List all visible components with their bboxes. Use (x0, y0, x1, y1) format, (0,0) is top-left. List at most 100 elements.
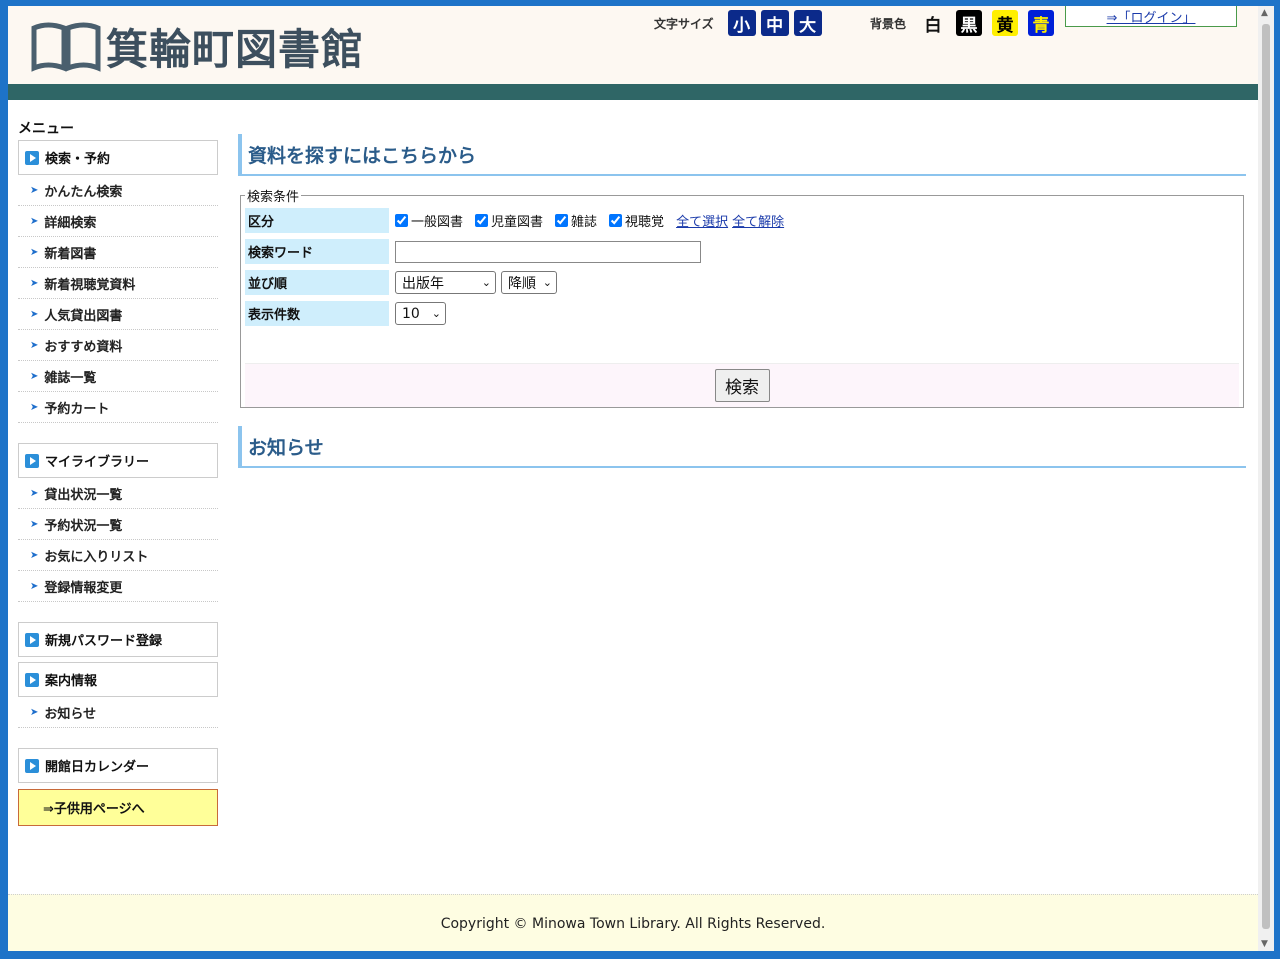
kids-page-link[interactable]: ⇒子供用ページへ (18, 789, 218, 826)
vertical-scrollbar[interactable]: ▲ ▼ (1258, 6, 1274, 951)
sort-row: 並び順 出版年 ⌄ 降順 ⌄ (245, 267, 1239, 298)
count-select[interactable]: 10 ⌄ (395, 302, 446, 325)
play-icon (25, 453, 39, 468)
sidebar-item-label: かんたん検索 (44, 184, 123, 200)
font-size-large-button[interactable]: 大 (793, 10, 822, 36)
font-size-small-button[interactable]: 小 (727, 10, 756, 36)
category-children-books[interactable]: 児童図書 (475, 211, 543, 230)
sort-order-select[interactable]: 降順 ⌄ (501, 271, 557, 294)
sidebar-item-label: 新着視聴覚資料 (44, 277, 136, 293)
category-magazines[interactable]: 雑誌 (555, 211, 597, 230)
keyword-input[interactable] (395, 240, 701, 263)
sidebar-item-new-av[interactable]: ➤ 新着視聴覚資料 (18, 268, 218, 299)
bg-black-button[interactable]: 黒 (956, 10, 983, 36)
bg-yellow-button[interactable]: 黄 (992, 10, 1019, 36)
sidebar-item-label: おすすめ資料 (44, 339, 123, 355)
sidebar-section-new-password[interactable]: 新規パスワード登録 (18, 622, 218, 657)
checkbox[interactable] (555, 214, 569, 227)
chevron-right-icon: ➤ (30, 580, 39, 592)
search-heading: 資料を探すにはこちらから (238, 134, 1246, 176)
sidebar-item-loans[interactable]: ➤ 貸出状況一覧 (18, 478, 218, 509)
chevron-right-icon: ➤ (30, 246, 39, 258)
sort-label: 並び順 (245, 270, 389, 295)
login-link[interactable]: ⇒「ログイン」 (1065, 6, 1237, 27)
sidebar-item-account[interactable]: ➤ 登録情報変更 (18, 571, 218, 602)
sidebar-item-recommended[interactable]: ➤ おすすめ資料 (18, 330, 218, 361)
sidebar-item-news[interactable]: ➤ お知らせ (18, 697, 218, 728)
sidebar-item-magazines[interactable]: ➤ 雑誌一覧 (18, 361, 218, 392)
sidebar-item-label: 予約状況一覧 (44, 518, 123, 534)
sidebar-section-label: 検索・予約 (45, 152, 111, 167)
news-heading: お知らせ (238, 426, 1246, 468)
search-button-area: 検索 (245, 363, 1239, 407)
category-av[interactable]: 視聴覚 (609, 211, 664, 230)
header-divider-bar (8, 84, 1258, 100)
sidebar-item-label: お知らせ (44, 706, 97, 722)
sidebar-section-my-library[interactable]: マイライブラリー (18, 443, 218, 478)
background-color-control: 背景色 白 黒 黄 青 (870, 10, 1064, 36)
sidebar-section-label: 開館日カレンダー (45, 760, 150, 775)
chevron-right-icon: ➤ (30, 401, 39, 413)
chevron-right-icon: ➤ (30, 706, 39, 718)
sidebar-section-info[interactable]: 案内情報 (18, 662, 218, 697)
category-label: 区分 (245, 208, 389, 233)
sidebar-item-favorites[interactable]: ➤ お気に入りリスト (18, 540, 218, 571)
search-legend: 検索条件 (247, 190, 300, 205)
category-row: 区分 一般図書 児童図書 雑誌 視聴覚 全て選択 全て解除 (245, 205, 1239, 236)
sidebar-item-new-books[interactable]: ➤ 新着図書 (18, 237, 218, 268)
sidebar-section-label: 新規パスワード登録 (45, 634, 163, 649)
keyword-label: 検索ワード (245, 239, 389, 264)
chevron-right-icon: ➤ (30, 215, 39, 227)
copyright-text: Copyright © Minowa Town Library. All Rig… (440, 915, 826, 932)
font-size-medium-button[interactable]: 中 (760, 10, 789, 36)
chevron-right-icon: ➤ (30, 518, 39, 530)
page: 箕輪町図書館 文字サイズ 小 中 大 背景色 白 黒 黄 青 ⇒「ログイン」 メ… (8, 6, 1258, 951)
site-logo[interactable]: 箕輪町図書館 (30, 16, 364, 76)
sidebar-item-label: 新着図書 (44, 246, 97, 262)
sidebar-item-label: 詳細検索 (44, 215, 97, 231)
sidebar-item-label: 雑誌一覧 (44, 370, 97, 386)
play-icon (25, 632, 39, 647)
sidebar-section-search[interactable]: 検索・予約 (18, 140, 218, 175)
sidebar-item-reservations[interactable]: ➤ 予約状況一覧 (18, 509, 218, 540)
scroll-up-icon[interactable]: ▲ (1261, 8, 1268, 18)
logo-text: 箕輪町図書館 (106, 24, 365, 74)
site-footer: Copyright © Minowa Town Library. All Rig… (8, 894, 1258, 951)
count-label: 表示件数 (245, 301, 389, 326)
chevron-right-icon: ➤ (30, 184, 39, 196)
scroll-down-icon[interactable]: ▼ (1261, 939, 1268, 949)
bg-white-button[interactable]: 白 (920, 10, 946, 36)
select-all-link[interactable]: 全て選択 (676, 211, 728, 230)
font-size-label: 文字サイズ (654, 16, 714, 31)
sidebar-section-calendar[interactable]: 開館日カレンダー (18, 748, 218, 783)
sidebar-section-label: マイライブラリー (45, 455, 150, 470)
play-icon (25, 150, 39, 165)
chevron-right-icon: ➤ (30, 308, 39, 320)
sidebar-item-label: お気に入りリスト (44, 549, 149, 565)
menu-title: メニュー (18, 121, 74, 137)
checkbox[interactable] (395, 214, 408, 227)
checkbox[interactable] (609, 214, 623, 227)
sidebar-item-simple-search[interactable]: ➤ かんたん検索 (18, 175, 218, 206)
chevron-right-icon: ➤ (30, 370, 39, 382)
font-size-control: 文字サイズ 小 中 大 (654, 10, 827, 36)
sidebar-item-label: 貸出状況一覧 (44, 487, 123, 503)
search-button[interactable]: 検索 (714, 369, 770, 402)
open-book-icon (31, 22, 101, 72)
chevron-down-icon: ⌄ (542, 276, 552, 289)
category-general-books[interactable]: 一般図書 (395, 211, 463, 230)
sidebar-section-label: 案内情報 (45, 674, 98, 689)
sidebar-item-advanced-search[interactable]: ➤ 詳細検索 (18, 206, 218, 237)
play-icon (25, 758, 39, 773)
checkbox[interactable] (475, 214, 489, 227)
sidebar-item-reserve-cart[interactable]: ➤ 予約カート (18, 392, 218, 423)
search-form: 検索条件 区分 一般図書 児童図書 雑誌 視聴覚 全て選択 全て解除 検索ワード… (240, 186, 1244, 408)
chevron-right-icon: ➤ (30, 339, 39, 351)
sort-field-select[interactable]: 出版年 ⌄ (395, 271, 496, 294)
deselect-all-link[interactable]: 全て解除 (732, 211, 784, 230)
sidebar-item-popular[interactable]: ➤ 人気貸出図書 (18, 299, 218, 330)
bg-blue-button[interactable]: 青 (1028, 10, 1055, 36)
scrollbar-thumb[interactable] (1262, 24, 1270, 929)
chevron-right-icon: ➤ (30, 549, 39, 561)
sidebar-item-label: 予約カート (44, 401, 110, 417)
